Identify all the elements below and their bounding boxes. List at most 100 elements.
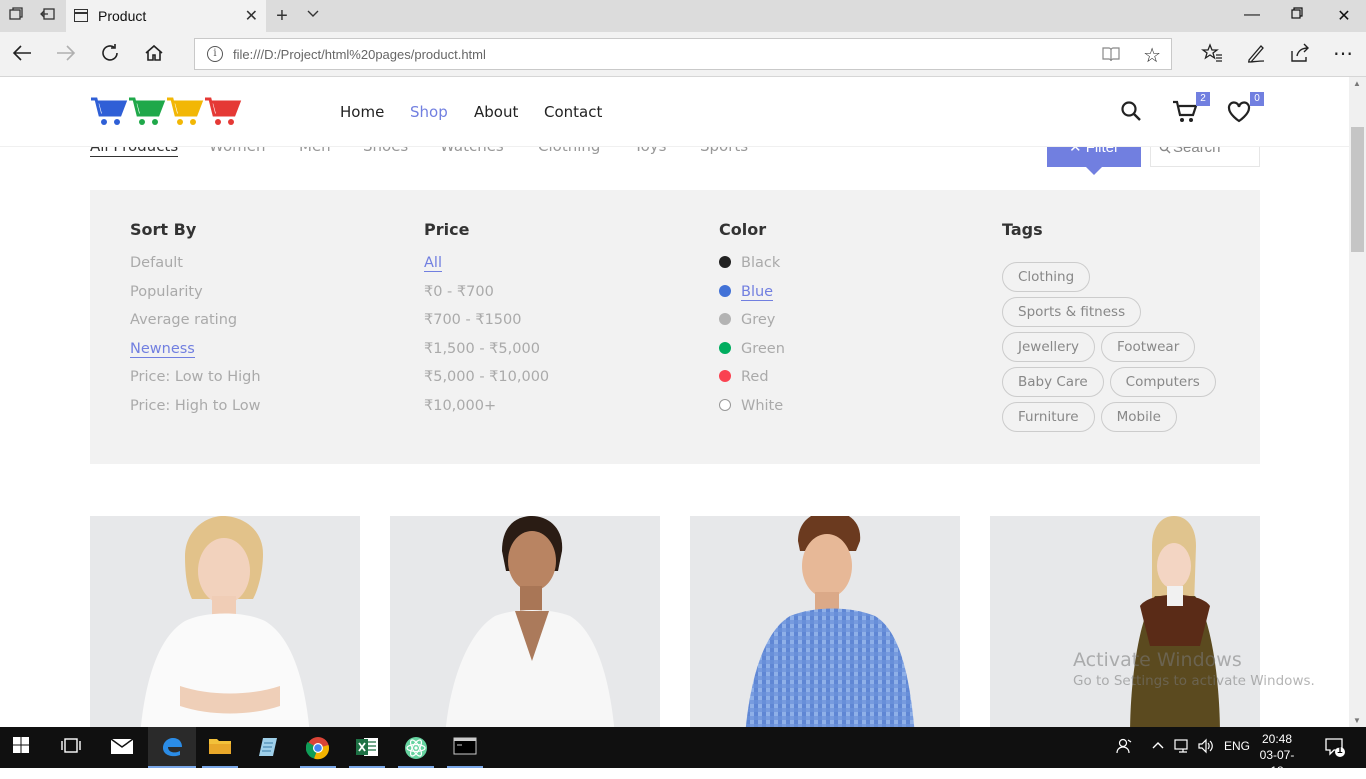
sort-option[interactable]: Average rating [130, 310, 261, 339]
browser-nav-bar: i file:///D:/Project/html%20pages/produc… [0, 32, 1366, 77]
folder-icon [209, 739, 231, 754]
price-option[interactable]: ₹5,000 - ₹10,000 [424, 367, 549, 396]
new-tab-icon[interactable]: + [272, 6, 292, 26]
logo-cart-icon [91, 97, 128, 125]
address-bar[interactable]: i file:///D:/Project/html%20pages/produc… [194, 38, 1172, 70]
action-center-icon[interactable]: 1 [1324, 736, 1346, 761]
web-page: All Products Women Men Shoes Watches Clo… [0, 77, 1349, 727]
tag-mobile[interactable]: Mobile [1100, 402, 1177, 432]
product-image-white-shirt[interactable] [390, 516, 660, 727]
tag-jewellery[interactable]: Jewellery [1002, 332, 1095, 362]
site-header: Home Shop About Contact 2 0 [0, 77, 1349, 147]
task-view-button[interactable] [48, 727, 96, 768]
watermark-title: Activate Windows [1073, 649, 1242, 671]
tray-expand-chevron-icon[interactable] [1151, 738, 1165, 755]
home-icon[interactable] [142, 42, 166, 66]
tag-computers[interactable]: Computers [1109, 367, 1216, 397]
taskbar-notepad[interactable] [245, 727, 293, 768]
store-logo[interactable] [90, 96, 245, 128]
refresh-icon[interactable] [98, 42, 122, 66]
color-option[interactable]: Red [719, 367, 785, 396]
windows-taskbar: ENG 20:48 03-07-18 1 [0, 727, 1366, 778]
input-language[interactable]: ENG [1224, 739, 1250, 753]
price-option[interactable]: ₹10,000+ [424, 396, 549, 425]
favorite-star-icon[interactable]: ☆ [1143, 43, 1161, 68]
favorites-hub-icon[interactable] [1200, 42, 1224, 66]
browser-tab-bar: Product ✕ + — ✕ [0, 0, 1366, 32]
taskbar-chrome[interactable] [294, 727, 342, 768]
search-icon[interactable] [1119, 99, 1145, 125]
tag-sports-fitness[interactable]: Sports & fitness [1002, 297, 1142, 327]
site-info-icon[interactable]: i [207, 46, 223, 62]
tab-title: Product [98, 8, 147, 24]
color-swatch-icon [719, 370, 731, 383]
more-options-icon[interactable]: ⋯ [1331, 42, 1355, 66]
menu-about[interactable]: About [474, 103, 518, 121]
price-option[interactable]: ₹700 - ₹1500 [424, 310, 549, 339]
color-option-active[interactable]: Blue [719, 282, 785, 311]
taskbar-excel[interactable] [343, 727, 391, 768]
wishlist-heart-icon[interactable]: 0 [1226, 92, 1264, 125]
notepad-icon [259, 738, 277, 756]
taskbar-atom[interactable] [392, 727, 440, 768]
tag-clothing[interactable]: Clothing [1002, 262, 1091, 292]
sort-by-title: Sort By [130, 220, 197, 239]
sort-option[interactable]: Price: Low to High [130, 367, 261, 396]
scroll-up-icon[interactable]: ▲ [1353, 79, 1361, 88]
reading-view-icon[interactable] [1101, 46, 1121, 66]
taskbar-mail[interactable] [98, 727, 146, 768]
sort-option[interactable]: Price: High to Low [130, 396, 261, 425]
menu-home[interactable]: Home [340, 103, 384, 121]
color-swatch-icon [719, 256, 731, 268]
sort-option[interactable]: Popularity [130, 282, 261, 311]
watermark-subtitle: Go to Settings to activate Windows. [1073, 673, 1315, 689]
close-tab-icon[interactable]: ✕ [245, 6, 258, 26]
price-option[interactable]: ₹0 - ₹700 [424, 282, 549, 311]
scrollbar-thumb[interactable] [1351, 127, 1364, 252]
back-icon[interactable] [10, 42, 34, 66]
sort-option-active[interactable]: Newness [130, 339, 261, 368]
logo-cart-icon [167, 97, 204, 125]
product-image-blue-check-shirt[interactable] [690, 516, 960, 727]
taskbar-file-explorer[interactable] [196, 727, 244, 768]
menu-contact[interactable]: Contact [544, 103, 602, 121]
cart-icon[interactable]: 2 [1172, 92, 1210, 125]
tab-list-chevron-icon[interactable] [303, 6, 323, 26]
product-image-olive-coat[interactable] [990, 516, 1260, 727]
close-window-icon[interactable]: ✕ [1334, 6, 1354, 26]
page-scrollbar[interactable]: ▲ ▼ [1349, 77, 1366, 727]
system-clock[interactable]: 20:48 03-07-18 [1254, 731, 1300, 779]
color-option[interactable]: Green [719, 339, 785, 368]
sort-option[interactable]: Default [130, 253, 261, 282]
color-option[interactable]: Grey [719, 310, 785, 339]
tag-footwear[interactable]: Footwear [1100, 332, 1196, 362]
browser-tab[interactable]: Product ✕ [66, 0, 266, 32]
people-icon[interactable] [1115, 737, 1133, 758]
tab-preview-icon[interactable] [6, 6, 26, 26]
taskbar-edge[interactable] [148, 727, 196, 768]
taskbar-command-prompt[interactable] [441, 727, 489, 768]
set-tabs-aside-icon[interactable] [38, 6, 58, 26]
tag-baby-care[interactable]: Baby Care [1002, 367, 1104, 397]
forward-icon[interactable] [54, 42, 78, 66]
share-icon[interactable] [1288, 42, 1312, 66]
product-image-white-tshirt[interactable] [90, 516, 360, 727]
price-column: Price All ₹0 - ₹700 ₹700 - ₹1500 ₹1,500 … [424, 220, 549, 425]
filter-panel: Sort By Default Popularity Average ratin… [90, 190, 1260, 464]
scroll-down-icon[interactable]: ▼ [1353, 716, 1361, 725]
web-note-icon[interactable] [1244, 42, 1268, 66]
network-icon[interactable] [1174, 738, 1192, 757]
minimize-icon[interactable]: — [1242, 6, 1262, 24]
start-button[interactable] [0, 727, 48, 768]
task-view-icon [61, 738, 81, 753]
color-swatch-icon [719, 284, 731, 297]
color-option[interactable]: White [719, 396, 785, 425]
price-option[interactable]: ₹1,500 - ₹5,000 [424, 339, 549, 368]
price-title: Price [424, 220, 470, 239]
menu-shop[interactable]: Shop [410, 103, 448, 121]
color-option[interactable]: Black [719, 253, 785, 282]
restore-icon[interactable] [1287, 6, 1307, 24]
tag-furniture[interactable]: Furniture [1002, 402, 1095, 432]
volume-icon[interactable] [1197, 738, 1215, 757]
price-option-active[interactable]: All [424, 253, 549, 282]
